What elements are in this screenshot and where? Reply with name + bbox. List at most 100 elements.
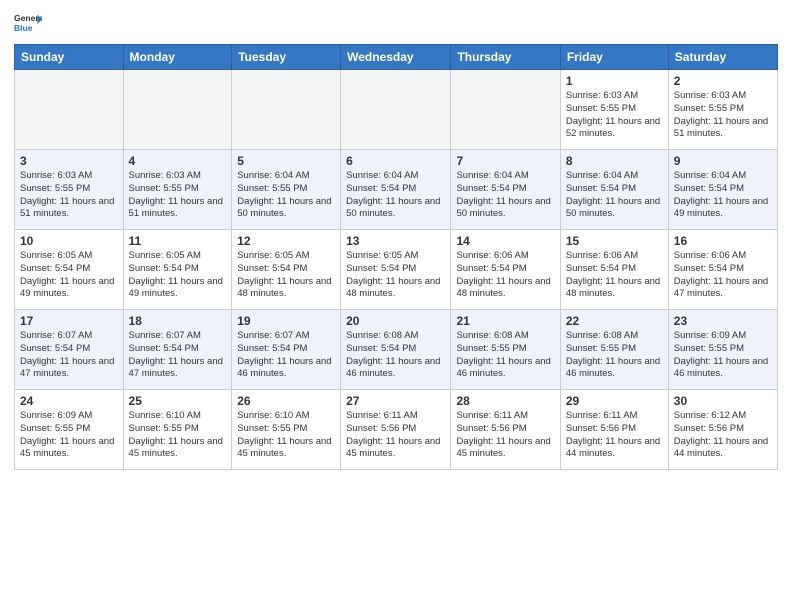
day-info: Sunrise: 6:05 AM Sunset: 5:54 PM Dayligh… (346, 250, 445, 301)
weekday-header-wednesday: Wednesday (341, 45, 451, 70)
week-row-5: 24 Sunrise: 6:09 AM Sunset: 5:55 PM Dayli… (15, 390, 778, 470)
day-info: Sunrise: 6:08 AM Sunset: 5:55 PM Dayligh… (456, 330, 554, 381)
day-number: 12 (237, 234, 335, 248)
calendar-cell: 29 Sunrise: 6:11 AM Sunset: 5:56 PM Dayli… (560, 390, 668, 470)
day-number: 11 (129, 234, 227, 248)
day-info: Sunrise: 6:07 AM Sunset: 5:54 PM Dayligh… (129, 330, 227, 381)
calendar-cell: 24 Sunrise: 6:09 AM Sunset: 5:55 PM Dayli… (15, 390, 124, 470)
calendar-cell (341, 70, 451, 150)
week-row-1: 1 Sunrise: 6:03 AM Sunset: 5:55 PM Daylig… (15, 70, 778, 150)
calendar-cell: 19 Sunrise: 6:07 AM Sunset: 5:54 PM Dayli… (232, 310, 341, 390)
calendar-cell: 9Sunrise: 6:04 AM Sunset: 5:54 PM Daylig… (668, 150, 777, 230)
day-info: Sunrise: 6:09 AM Sunset: 5:55 PM Dayligh… (20, 410, 118, 461)
day-info: Sunrise: 6:05 AM Sunset: 5:54 PM Dayligh… (20, 250, 118, 301)
calendar-cell: 5Sunrise: 6:04 AM Sunset: 5:55 PM Daylig… (232, 150, 341, 230)
calendar-cell: 23 Sunrise: 6:09 AM Sunset: 5:55 PM Dayli… (668, 310, 777, 390)
calendar-cell: 6 Sunrise: 6:04 AM Sunset: 5:54 PM Daylig… (341, 150, 451, 230)
page: General Blue SundayMondayTuesdayWednesda… (0, 0, 792, 612)
day-info: Sunrise: 6:08 AM Sunset: 5:54 PM Dayligh… (346, 330, 445, 381)
day-info: Sunrise: 6:10 AM Sunset: 5:55 PM Dayligh… (129, 410, 227, 461)
calendar-cell: 4 Sunrise: 6:03 AM Sunset: 5:55 PM Daylig… (123, 150, 232, 230)
calendar-cell: 27 Sunrise: 6:11 AM Sunset: 5:56 PM Dayli… (341, 390, 451, 470)
calendar-cell: 26 Sunrise: 6:10 AM Sunset: 5:55 PM Dayli… (232, 390, 341, 470)
calendar-cell: 11 Sunrise: 6:05 AM Sunset: 5:54 PM Dayli… (123, 230, 232, 310)
header: General Blue (14, 10, 778, 38)
day-number: 13 (346, 234, 445, 248)
day-info: Sunrise: 6:05 AM Sunset: 5:54 PM Dayligh… (129, 250, 227, 301)
weekday-header-tuesday: Tuesday (232, 45, 341, 70)
day-number: 1 (566, 74, 663, 88)
day-info: Sunrise: 6:03 AM Sunset: 5:55 PM Dayligh… (129, 170, 227, 221)
calendar-cell: 25 Sunrise: 6:10 AM Sunset: 5:55 PM Dayli… (123, 390, 232, 470)
calendar-table: SundayMondayTuesdayWednesdayThursdayFrid… (14, 44, 778, 470)
weekday-header-thursday: Thursday (451, 45, 560, 70)
day-number: 16 (674, 234, 772, 248)
calendar-cell (232, 70, 341, 150)
calendar-cell: 10Sunrise: 6:05 AM Sunset: 5:54 PM Dayli… (15, 230, 124, 310)
day-number: 28 (456, 394, 554, 408)
day-number: 6 (346, 154, 445, 168)
day-info: Sunrise: 6:04 AM Sunset: 5:54 PM Dayligh… (456, 170, 554, 221)
day-number: 3 (20, 154, 118, 168)
day-info: Sunrise: 6:11 AM Sunset: 5:56 PM Dayligh… (566, 410, 663, 461)
calendar-cell: 16 Sunrise: 6:06 AM Sunset: 5:54 PM Dayli… (668, 230, 777, 310)
day-number: 29 (566, 394, 663, 408)
day-number: 17 (20, 314, 118, 328)
day-info: Sunrise: 6:04 AM Sunset: 5:55 PM Dayligh… (237, 170, 335, 221)
day-info: Sunrise: 6:12 AM Sunset: 5:56 PM Dayligh… (674, 410, 772, 461)
week-row-2: 3 Sunrise: 6:03 AM Sunset: 5:55 PM Daylig… (15, 150, 778, 230)
day-number: 7 (456, 154, 554, 168)
calendar-cell: 2 Sunrise: 6:03 AM Sunset: 5:55 PM Daylig… (668, 70, 777, 150)
day-info: Sunrise: 6:04 AM Sunset: 5:54 PM Dayligh… (566, 170, 663, 221)
day-number: 20 (346, 314, 445, 328)
day-number: 24 (20, 394, 118, 408)
day-info: Sunrise: 6:11 AM Sunset: 5:56 PM Dayligh… (456, 410, 554, 461)
svg-text:Blue: Blue (14, 23, 33, 33)
day-info: Sunrise: 6:08 AM Sunset: 5:55 PM Dayligh… (566, 330, 663, 381)
weekday-header-monday: Monday (123, 45, 232, 70)
day-number: 30 (674, 394, 772, 408)
day-number: 4 (129, 154, 227, 168)
calendar-cell: 1 Sunrise: 6:03 AM Sunset: 5:55 PM Daylig… (560, 70, 668, 150)
day-info: Sunrise: 6:09 AM Sunset: 5:55 PM Dayligh… (674, 330, 772, 381)
week-row-4: 17 Sunrise: 6:07 AM Sunset: 5:54 PM Dayli… (15, 310, 778, 390)
day-number: 8 (566, 154, 663, 168)
day-info: Sunrise: 6:11 AM Sunset: 5:56 PM Dayligh… (346, 410, 445, 461)
calendar-cell: 8 Sunrise: 6:04 AM Sunset: 5:54 PM Daylig… (560, 150, 668, 230)
day-info: Sunrise: 6:10 AM Sunset: 5:55 PM Dayligh… (237, 410, 335, 461)
day-number: 26 (237, 394, 335, 408)
calendar-cell: 3 Sunrise: 6:03 AM Sunset: 5:55 PM Daylig… (15, 150, 124, 230)
logo: General Blue (14, 10, 42, 38)
day-number: 25 (129, 394, 227, 408)
day-number: 19 (237, 314, 335, 328)
calendar-cell: 13 Sunrise: 6:05 AM Sunset: 5:54 PM Dayli… (341, 230, 451, 310)
day-number: 23 (674, 314, 772, 328)
weekday-header-row: SundayMondayTuesdayWednesdayThursdayFrid… (15, 45, 778, 70)
day-info: Sunrise: 6:06 AM Sunset: 5:54 PM Dayligh… (674, 250, 772, 301)
calendar-cell: 7 Sunrise: 6:04 AM Sunset: 5:54 PM Daylig… (451, 150, 560, 230)
day-number: 27 (346, 394, 445, 408)
calendar-cell: 20 Sunrise: 6:08 AM Sunset: 5:54 PM Dayli… (341, 310, 451, 390)
day-number: 21 (456, 314, 554, 328)
day-number: 2 (674, 74, 772, 88)
day-info: Sunrise: 6:04 AM Sunset: 5:54 PM Dayligh… (346, 170, 445, 221)
calendar-cell (15, 70, 124, 150)
day-info: Sunrise: 6:03 AM Sunset: 5:55 PM Dayligh… (566, 90, 663, 141)
day-info: Sunrise: 6:05 AM Sunset: 5:54 PM Dayligh… (237, 250, 335, 301)
calendar-cell: 22Sunrise: 6:08 AM Sunset: 5:55 PM Dayli… (560, 310, 668, 390)
weekday-header-saturday: Saturday (668, 45, 777, 70)
day-info: Sunrise: 6:03 AM Sunset: 5:55 PM Dayligh… (20, 170, 118, 221)
calendar-cell: 18 Sunrise: 6:07 AM Sunset: 5:54 PM Dayli… (123, 310, 232, 390)
day-number: 15 (566, 234, 663, 248)
day-number: 18 (129, 314, 227, 328)
day-number: 9 (674, 154, 772, 168)
day-info: Sunrise: 6:03 AM Sunset: 5:55 PM Dayligh… (674, 90, 772, 141)
calendar-cell: 14Sunrise: 6:06 AM Sunset: 5:54 PM Dayli… (451, 230, 560, 310)
calendar-cell: 12 Sunrise: 6:05 AM Sunset: 5:54 PM Dayli… (232, 230, 341, 310)
day-info: Sunrise: 6:07 AM Sunset: 5:54 PM Dayligh… (237, 330, 335, 381)
week-row-3: 10Sunrise: 6:05 AM Sunset: 5:54 PM Dayli… (15, 230, 778, 310)
day-info: Sunrise: 6:07 AM Sunset: 5:54 PM Dayligh… (20, 330, 118, 381)
calendar-cell: 28 Sunrise: 6:11 AM Sunset: 5:56 PM Dayli… (451, 390, 560, 470)
calendar-cell: 21 Sunrise: 6:08 AM Sunset: 5:55 PM Dayli… (451, 310, 560, 390)
calendar-cell: 17 Sunrise: 6:07 AM Sunset: 5:54 PM Dayli… (15, 310, 124, 390)
